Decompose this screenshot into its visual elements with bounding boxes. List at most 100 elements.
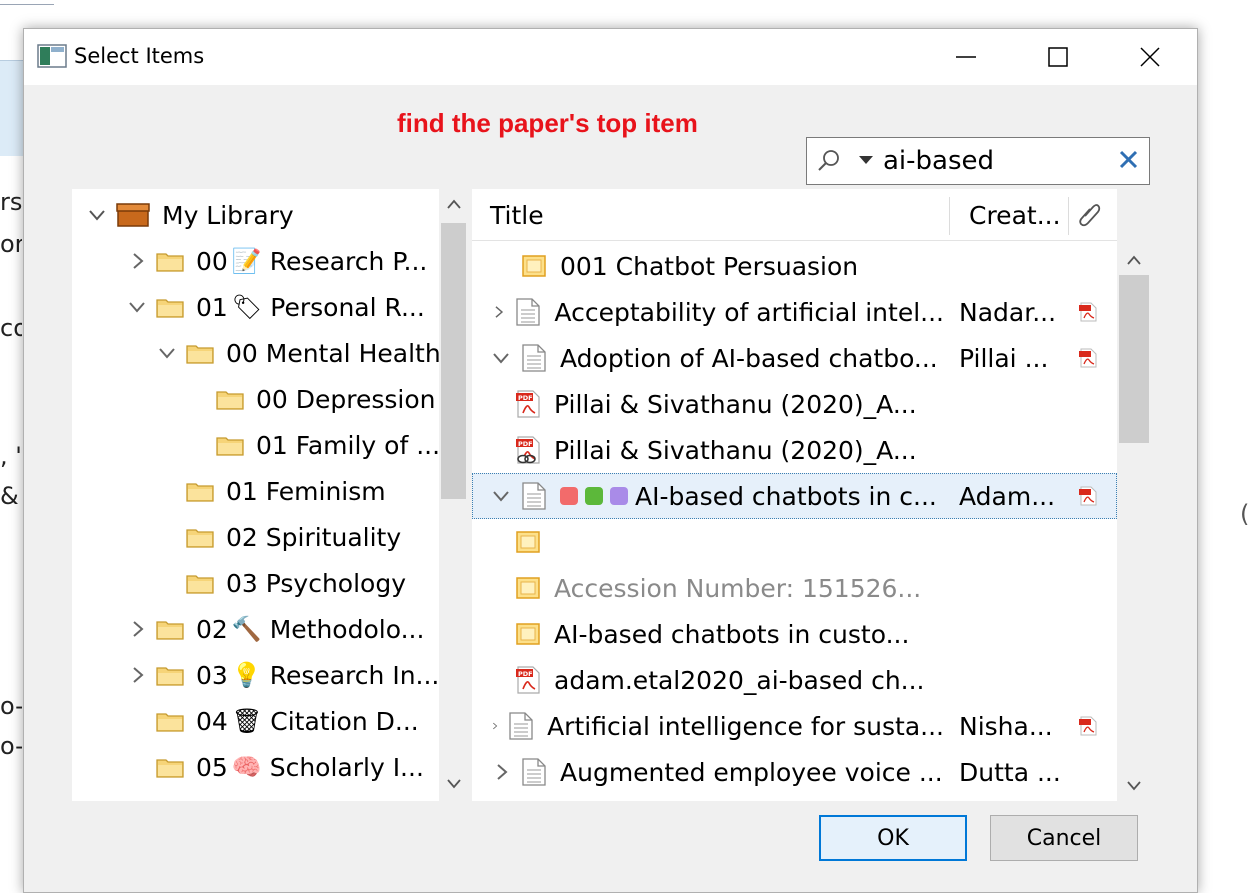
chevron-right-icon[interactable] bbox=[490, 761, 512, 783]
note-icon bbox=[516, 531, 540, 553]
document-icon bbox=[516, 298, 541, 326]
pdf-attachment-icon[interactable] bbox=[1078, 485, 1098, 507]
chevron-right-icon[interactable] bbox=[490, 301, 506, 323]
scroll-up-icon[interactable] bbox=[447, 199, 461, 209]
chevron-down-icon[interactable] bbox=[490, 347, 512, 369]
tree-item[interactable]: 02 Spirituality bbox=[156, 514, 401, 560]
column-attachments[interactable] bbox=[1078, 189, 1102, 241]
title-cell bbox=[514, 519, 944, 565]
collection-tree[interactable]: My Library 00 📝 Research P... 01 🏷 Personal R… bbox=[72, 189, 467, 801]
list-scroll-thumb[interactable] bbox=[1119, 275, 1149, 443]
tree-item[interactable]: 01 Feminism bbox=[156, 468, 386, 514]
search-input[interactable] bbox=[883, 146, 1103, 176]
attachment-row[interactable]: PDF Pillai & Sivathanu (2020)_A... bbox=[472, 381, 1117, 427]
title-bar[interactable]: Select Items bbox=[24, 29, 1197, 85]
tree-root-my-library[interactable]: My Library bbox=[86, 192, 294, 238]
close-button[interactable] bbox=[1104, 29, 1196, 85]
tree-item[interactable]: 00 Mental Health bbox=[156, 330, 441, 376]
title-cell: PDF Pillai & Sivathanu (2020)_A... bbox=[514, 427, 944, 473]
creator-cell: Dutta ... bbox=[959, 757, 1061, 787]
title-cell: AI-based chatbots in custo... bbox=[514, 611, 944, 657]
item-title: Augmented employee voice ... bbox=[560, 757, 943, 787]
tree-item[interactable]: 01 Family of ... bbox=[186, 422, 440, 468]
column-separator[interactable] bbox=[1068, 197, 1069, 235]
collection-emoji-icon: 🏷 bbox=[231, 293, 263, 321]
list-scrollbar[interactable] bbox=[1117, 189, 1151, 801]
cancel-button[interactable]: Cancel bbox=[990, 815, 1138, 861]
tree-label: 01 Family of ... bbox=[256, 430, 441, 460]
ok-button[interactable]: OK bbox=[819, 815, 967, 861]
item-row[interactable]: Adoption of AI-based chatbo... Pillai ... bbox=[472, 335, 1117, 381]
attachment-cell[interactable] bbox=[1078, 335, 1108, 381]
items-list[interactable]: Title Creat... 001 Chatbot Persuasion Acc… bbox=[472, 189, 1117, 801]
column-title[interactable]: Title bbox=[490, 189, 544, 241]
chevron-down-icon[interactable] bbox=[490, 485, 512, 507]
search-icon bbox=[818, 150, 839, 171]
scroll-down-icon[interactable] bbox=[1127, 781, 1141, 791]
title-cell: Adoption of AI-based chatbo... bbox=[490, 335, 944, 381]
scroll-up-icon[interactable] bbox=[1127, 255, 1141, 265]
color-tag-icon bbox=[560, 487, 578, 505]
attachment-row[interactable] bbox=[472, 519, 1117, 565]
chevron-right-icon[interactable] bbox=[126, 664, 148, 686]
chevron-down-icon[interactable] bbox=[156, 342, 178, 364]
folder-icon bbox=[216, 437, 244, 456]
background-fragment: ( bbox=[1240, 500, 1248, 528]
library-box-icon bbox=[116, 203, 150, 227]
chevron-down-icon[interactable] bbox=[126, 296, 148, 318]
collection-emoji-icon: 💡 bbox=[231, 661, 262, 689]
item-title: Adoption of AI-based chatbo... bbox=[560, 343, 938, 373]
tree-scrollbar[interactable] bbox=[439, 189, 468, 801]
scroll-down-icon[interactable] bbox=[447, 779, 461, 789]
maximize-button[interactable] bbox=[1012, 29, 1104, 85]
search-mode-dropdown-icon[interactable] bbox=[859, 156, 873, 164]
tree-item[interactable]: 02 🔨 Methodolo... bbox=[126, 606, 424, 652]
attachment-cell[interactable] bbox=[1078, 703, 1108, 749]
item-row[interactable]: 001 Chatbot Persuasion bbox=[472, 243, 1117, 289]
minimize-button[interactable] bbox=[920, 29, 1012, 85]
item-row[interactable]: AI-based chatbots in c... Adam... bbox=[472, 473, 1117, 519]
chevron-down-icon[interactable] bbox=[86, 204, 108, 226]
background-text: o- bbox=[0, 732, 22, 760]
attachment-cell[interactable] bbox=[1078, 473, 1108, 519]
tree-item[interactable]: 04 🗑 Citation D... bbox=[126, 698, 419, 744]
item-row[interactable]: Augmented employee voice ... Dutta ... bbox=[472, 749, 1117, 795]
tree-label: 00 Depression bbox=[256, 384, 436, 414]
tree-item[interactable]: 03 💡 Research In... bbox=[126, 652, 439, 698]
svg-text:PDF: PDF bbox=[518, 440, 533, 448]
paperclip-icon bbox=[1079, 204, 1101, 227]
attachment-row[interactable]: Accession Number: 151526... bbox=[472, 565, 1117, 611]
background-text: & bbox=[0, 482, 19, 510]
title-cell: PDF Pillai & Sivathanu (2020)_A... bbox=[514, 381, 944, 427]
column-creator[interactable]: Creat... bbox=[969, 189, 1061, 241]
folder-icon bbox=[156, 621, 184, 640]
column-separator[interactable] bbox=[949, 197, 950, 235]
tree-item[interactable]: 01 🏷 Personal R... bbox=[126, 284, 425, 330]
tree-item[interactable]: 03 Psychology bbox=[156, 560, 406, 606]
tree-item[interactable]: 00 📝 Research P... bbox=[126, 238, 427, 284]
pdf-attachment-icon[interactable] bbox=[1078, 347, 1098, 369]
attachment-row[interactable]: PDF adam.etal2020_ai-based ch... bbox=[472, 657, 1117, 703]
search-box[interactable] bbox=[806, 137, 1150, 185]
attachment-row[interactable]: AI-based chatbots in custo... bbox=[472, 611, 1117, 657]
chevron-right-icon[interactable] bbox=[490, 715, 499, 737]
pdf-attachment-icon[interactable] bbox=[1078, 715, 1098, 737]
item-row[interactable]: Artificial intelligence for susta... Nish… bbox=[472, 703, 1117, 749]
tree-item[interactable]: 00 Depression bbox=[186, 376, 436, 422]
title-cell: Acceptability of artificial intel... bbox=[490, 289, 944, 335]
pdf-icon: PDF bbox=[516, 666, 540, 694]
item-row[interactable]: Acceptability of artificial intel... Nada… bbox=[472, 289, 1117, 335]
pdf-attachment-icon[interactable] bbox=[1078, 301, 1098, 323]
attachment-row[interactable]: PDF Pillai & Sivathanu (2020)_A... bbox=[472, 427, 1117, 473]
tree-label: 02 Spirituality bbox=[226, 522, 402, 552]
document-icon bbox=[522, 344, 546, 372]
tree-item[interactable]: 05 🧠 Scholarly I... bbox=[126, 744, 424, 790]
collection-emoji-icon: 🗑 bbox=[231, 707, 263, 735]
chevron-right-icon[interactable] bbox=[126, 618, 148, 640]
folder-icon bbox=[186, 575, 214, 594]
clear-search-icon[interactable] bbox=[1117, 148, 1141, 172]
attachment-cell[interactable] bbox=[1078, 289, 1108, 335]
folder-icon bbox=[156, 299, 184, 318]
chevron-right-icon[interactable] bbox=[126, 250, 148, 272]
tree-scroll-thumb[interactable] bbox=[441, 223, 466, 499]
